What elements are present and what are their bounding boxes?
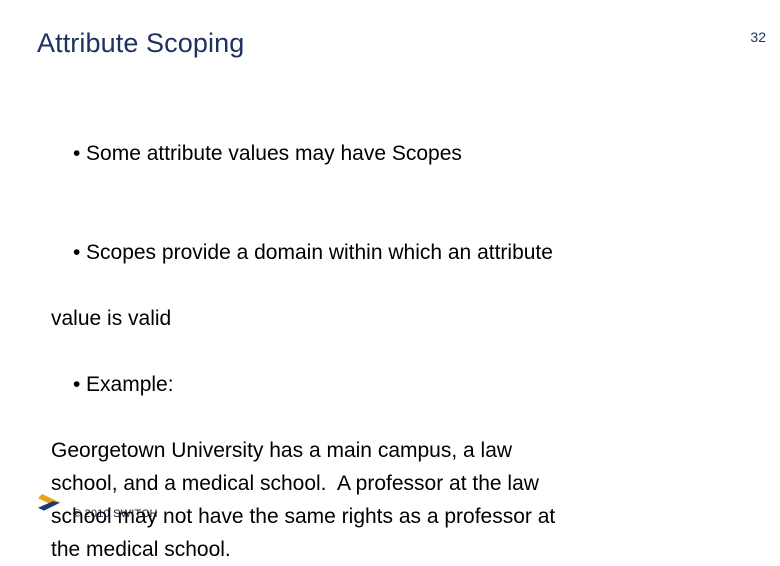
slide-footer: © 2010 SWITCH — [38, 492, 158, 522]
bullet-item-2-continuation: value is valid — [51, 307, 172, 330]
bullet-marker-icon: • — [73, 142, 81, 165]
bullet-text: Example: — [86, 373, 174, 396]
example-line: Georgetown University has a main campus,… — [51, 439, 513, 462]
bullet-text: Scopes provide a domain within which an … — [86, 241, 553, 264]
example-line: the medical school. — [51, 538, 231, 561]
bullet-item-3: • Example: — [38, 335, 750, 434]
bullet-item-1: • Some attribute values may have Scopes — [38, 104, 750, 203]
slide-number: 32 — [750, 29, 766, 45]
bullet-text: Some attribute values may have Scopes — [86, 142, 462, 165]
presentation-slide: 32 Attribute Scoping • Some attribute val… — [0, 0, 780, 561]
bullet-marker-icon: • — [73, 241, 81, 264]
page-title: Attribute Scoping — [37, 28, 245, 58]
bullet-item-2: • Scopes provide a domain within which an… — [38, 203, 750, 302]
switch-chevron-logo-icon — [38, 494, 60, 511]
bullet-marker-icon: • — [73, 373, 81, 396]
copyright-text: © 2010 SWITCH — [73, 508, 158, 520]
